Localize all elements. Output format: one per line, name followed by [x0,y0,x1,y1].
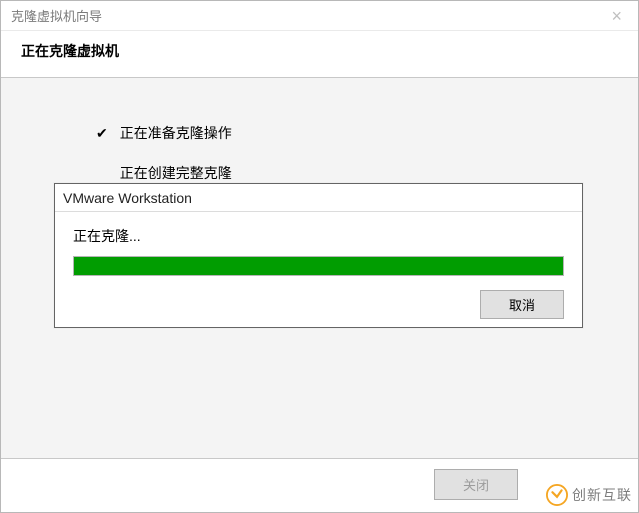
check-icon: ✔ [96,125,108,142]
dialog-status-text: 正在克隆... [73,226,564,246]
step-label: 正在创建完整克隆 [120,163,232,183]
titlebar: 克隆虚拟机向导 × [1,1,638,31]
window-title: 克隆虚拟机向导 [11,6,102,25]
dialog-title: VMware Workstation [63,190,192,206]
dialog-body: 正在克隆... 取消 [55,212,582,329]
close-button[interactable]: 关闭 [434,469,518,500]
wizard-header: 正在克隆虚拟机 [1,31,638,78]
dialog-titlebar: VMware Workstation [55,184,582,212]
dialog-actions: 取消 [73,290,564,319]
step-row: ✔ 正在创建完整克隆 [96,163,638,183]
page-title: 正在克隆虚拟机 [21,41,618,61]
step-row: ✔ 正在准备克隆操作 [96,123,638,143]
progress-bar [73,256,564,276]
cancel-button[interactable]: 取消 [480,290,564,319]
wizard-footer: 关闭 [1,458,638,510]
wizard-window: 克隆虚拟机向导 × 正在克隆虚拟机 ✔ 正在准备克隆操作 ✔ 正在创建完整克隆 … [0,0,639,513]
steps-list: ✔ 正在准备克隆操作 ✔ 正在创建完整克隆 [96,123,638,183]
progress-dialog: VMware Workstation 正在克隆... 取消 [54,183,583,328]
step-label: 正在准备克隆操作 [120,123,232,143]
close-icon[interactable]: × [605,7,628,25]
